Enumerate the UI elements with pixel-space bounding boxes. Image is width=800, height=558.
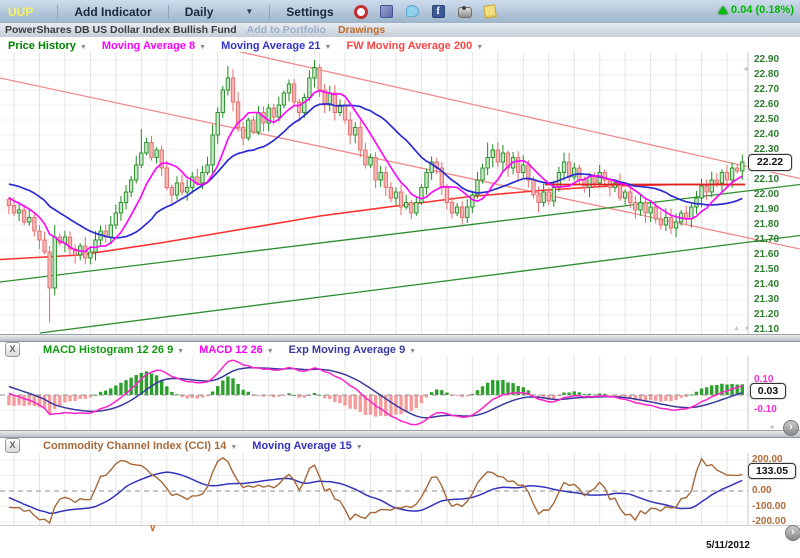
share-icons [354, 5, 497, 18]
cci-chart-canvas[interactable] [0, 453, 800, 525]
price-axis-label: 21.70 [754, 234, 779, 245]
legend-fw-moving-average-200[interactable]: FW Moving Average 200▼ [346, 40, 483, 52]
cci-axis-label: -100.00 [752, 501, 786, 512]
legend-moving-average-21[interactable]: Moving Average 21▼ [221, 40, 331, 52]
chevron-down-icon: ▼ [230, 444, 237, 451]
price-axis-label: 21.10 [754, 324, 779, 335]
chevron-down-icon[interactable]: ▼ [245, 7, 253, 16]
chevron-down-icon: ▼ [409, 348, 416, 355]
chevron-down-icon: ▼ [356, 444, 363, 451]
alarm-icon[interactable] [354, 5, 368, 19]
price-legend: Price History▼ Moving Average 8▼ Moving … [8, 40, 483, 52]
symbol-label[interactable]: UUP [8, 5, 33, 19]
price-axis-label: 22.80 [754, 69, 779, 80]
price-axis-label: 21.80 [754, 219, 779, 230]
axis-scroll-left-icon[interactable]: ◄ [743, 325, 750, 332]
pane-splitter[interactable] [0, 430, 800, 438]
macd-legend: X MACD Histogram 12 26 9▼ MACD 12 26▼ Ex… [5, 342, 416, 357]
toolbar-separator [269, 5, 270, 19]
current-price-box: 22.22 [748, 154, 792, 171]
price-axis-label: 21.30 [754, 294, 779, 305]
price-axis-label: 21.90 [754, 204, 779, 215]
legend-macd[interactable]: MACD 12 26▼ [199, 344, 274, 356]
legend-cci[interactable]: Commodity Channel Index (CCI) 14▼ [43, 440, 237, 452]
package-icon[interactable] [380, 5, 393, 18]
settings-button[interactable]: Settings [286, 5, 333, 19]
legend-exp-moving-average-9[interactable]: Exp Moving Average 9▼ [289, 344, 417, 356]
fund-name: PowerShares DB US Dollar Index Bullish F… [5, 24, 237, 36]
legend-price-history[interactable]: Price History▼ [8, 40, 87, 52]
price-axis-label: 22.00 [754, 189, 779, 200]
top-toolbar: UUP Add Indicator Daily ▼ Settings 0.04 … [0, 0, 800, 24]
price-axis-label: 22.90 [754, 54, 779, 65]
price-axis-label: 21.20 [754, 309, 779, 320]
last-date-label: 5/11/2012 [706, 540, 750, 551]
camera-icon[interactable] [458, 7, 472, 18]
arrow-up-icon [718, 6, 728, 14]
chevron-down-icon: ▼ [325, 44, 332, 51]
toolbar-separator [168, 5, 169, 19]
toolbar-separator [57, 5, 58, 19]
price-axis-label: 22.70 [754, 84, 779, 95]
axis-scroll-left-icon[interactable]: ◄ [768, 424, 775, 431]
current-macd-box: 0.03 [750, 383, 786, 399]
axis-scroll-up-icon[interactable]: ▲ [733, 325, 740, 332]
macd-chart-canvas[interactable] [0, 356, 800, 430]
chevron-down-icon: ▼ [199, 44, 206, 51]
cci-axis-label: -200.00 [752, 516, 786, 527]
drawings-button[interactable]: Drawings [338, 24, 385, 36]
price-axis-label: 21.60 [754, 249, 779, 260]
current-cci-box: 133.05 [748, 463, 796, 479]
drawing-anchor-marker[interactable]: ∨ [149, 523, 156, 534]
price-axis-label: 21.50 [754, 264, 779, 275]
axis-scroll-left-icon[interactable]: ◄ [742, 66, 749, 73]
twitter-icon[interactable] [406, 5, 419, 17]
period-dropdown[interactable]: Daily [185, 5, 214, 19]
close-icon[interactable]: X [5, 342, 20, 357]
chevron-down-icon: ▼ [177, 348, 184, 355]
symbol-info-bar: PowerShares DB US Dollar Index Bullish F… [0, 23, 800, 38]
price-axis-label: 21.40 [754, 279, 779, 290]
scroll-to-latest-button[interactable]: › [783, 420, 799, 436]
add-indicator-button[interactable]: Add Indicator [74, 5, 151, 19]
price-axis-label: 22.40 [754, 129, 779, 140]
add-to-portfolio-button[interactable]: Add to Portfolio [247, 24, 326, 36]
chevron-down-icon: ▼ [476, 44, 483, 51]
close-icon[interactable]: X [5, 438, 20, 453]
pane-splitter[interactable] [0, 334, 800, 342]
legend-macd-histogram[interactable]: MACD Histogram 12 26 9▼ [43, 344, 184, 356]
scroll-to-latest-button[interactable]: › [785, 525, 800, 541]
legend-cci-moving-average-15[interactable]: Moving Average 15▼ [252, 440, 362, 452]
chevron-down-icon: ▼ [267, 348, 274, 355]
price-change: 0.04 (0.18%) [718, 4, 794, 16]
cci-axis-label: 0.00 [752, 485, 771, 496]
price-chart-canvas[interactable] [0, 52, 800, 334]
change-text: 0.04 (0.18%) [731, 4, 794, 16]
date-axis: 1724317142128512192739172330613212751219… [0, 525, 800, 558]
price-axis-label: 22.50 [754, 114, 779, 125]
price-axis-label: 22.60 [754, 99, 779, 110]
price-axis-label: 22.10 [754, 174, 779, 185]
chart-application: UUP Add Indicator Daily ▼ Settings 0.04 … [0, 0, 800, 558]
facebook-icon[interactable] [432, 5, 445, 18]
macd-axis-label: -0.10 [754, 404, 777, 415]
notes-icon[interactable] [483, 4, 497, 19]
legend-moving-average-8[interactable]: Moving Average 8▼ [102, 40, 206, 52]
chevron-down-icon: ▼ [80, 44, 87, 51]
cci-legend: X Commodity Channel Index (CCI) 14▼ Movi… [5, 438, 363, 453]
